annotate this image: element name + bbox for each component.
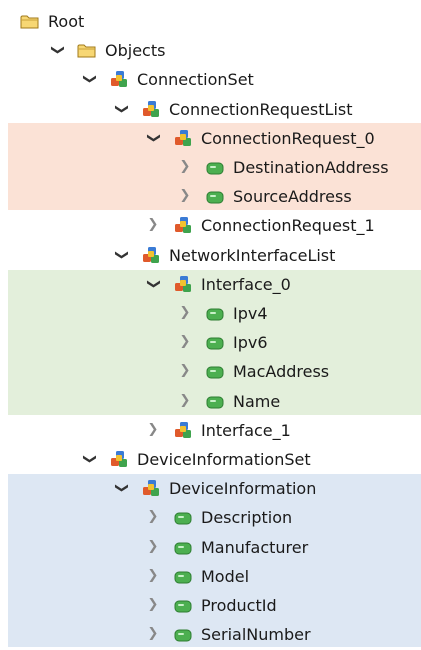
tree-node-label: Interface_1	[201, 420, 291, 440]
tree-node[interactable]: ❯ Objects	[0, 37, 421, 66]
folder-icon	[77, 41, 97, 61]
tree-node[interactable]: ❯ MacAddress	[0, 358, 421, 387]
tree-node[interactable]: ❯ Interface_1	[0, 417, 421, 446]
tree-node[interactable]: ❯ Name	[0, 388, 421, 417]
object-icon	[141, 100, 161, 120]
chevron-right-icon[interactable]: ❯	[178, 393, 192, 408]
chevron-right-icon[interactable]: ❯	[178, 160, 192, 174]
tree-node[interactable]: ❯ DestinationAddress	[0, 154, 421, 183]
tree-node[interactable]: ❯ NetworkInterfaceList	[0, 242, 421, 271]
chevron-right-icon[interactable]: ❯	[146, 598, 160, 612]
tree-node[interactable]: ❯ Ipv4	[0, 300, 421, 329]
tree-node-label: Interface_0	[201, 274, 291, 294]
tree-node-label: Model	[201, 566, 250, 586]
object-icon	[109, 70, 129, 90]
object-icon	[173, 216, 193, 236]
variable-icon	[173, 508, 193, 528]
tree-node-label: ConnectionRequest_1	[201, 216, 375, 236]
tree-node[interactable]: Root	[0, 8, 421, 37]
tree-node-label: ProductId	[201, 596, 277, 615]
tree-node-label: Manufacturer	[201, 537, 309, 557]
tree-node-label: ConnectionRequest_0	[201, 128, 375, 148]
variable-icon	[205, 158, 225, 178]
chevron-down-icon[interactable]: ❯	[146, 277, 161, 291]
tree-node[interactable]: ❯ Model	[0, 563, 421, 592]
object-icon	[141, 479, 161, 499]
tree-node[interactable]: ❯ DeviceInformation	[0, 475, 421, 504]
tree-node-label: Description	[201, 508, 293, 528]
tree-node[interactable]: ❯ ProductId	[0, 592, 421, 621]
object-icon	[173, 129, 193, 149]
tree-node-label: MacAddress	[233, 362, 330, 382]
tree-node-label: ConnectionSet	[137, 70, 254, 90]
tree-node[interactable]: ❯ SourceAddress	[0, 183, 421, 212]
tree-node[interactable]: ❯ Description	[0, 504, 421, 533]
object-icon	[173, 275, 193, 295]
address-space-tree: Root ❯ Objects ❯ ConnectionSet ❯ ConnectionReq…	[0, 0, 421, 647]
chevron-right-icon[interactable]: ❯	[146, 510, 160, 524]
chevron-down-icon[interactable]: ❯	[114, 248, 129, 262]
tree-node[interactable]: ❯ Interface_0	[0, 271, 421, 300]
chevron-down-icon[interactable]: ❯	[82, 72, 97, 86]
chevron-right-icon[interactable]: ❯	[146, 422, 160, 437]
tree-node[interactable]: ❯ ConnectionRequestList	[0, 96, 421, 125]
tree-node[interactable]: ❯ ConnectionSet	[0, 66, 421, 95]
tree-node-label: Ipv4	[233, 304, 268, 323]
chevron-down-icon[interactable]: ❯	[146, 131, 161, 145]
tree-node[interactable]: ❯ Ipv6	[0, 329, 421, 358]
chevron-right-icon[interactable]: ❯	[178, 189, 192, 203]
variable-icon	[173, 567, 193, 587]
chevron-down-icon[interactable]: ❯	[114, 102, 129, 116]
chevron-right-icon[interactable]: ❯	[178, 364, 192, 378]
tree-node[interactable]: ❯ DeviceInformationSet	[0, 446, 421, 475]
tree-node-label: ConnectionRequestList	[169, 99, 353, 119]
tree-node-label: NetworkInterfaceList	[169, 245, 336, 265]
folder-icon	[20, 12, 40, 32]
tree-node-label: Ipv6	[233, 333, 268, 353]
chevron-down-icon[interactable]: ❯	[50, 43, 65, 57]
object-icon	[109, 450, 129, 470]
tree-node-label: Objects	[105, 41, 166, 61]
tree-node-label: Root	[48, 12, 85, 31]
variable-icon	[205, 187, 225, 207]
chevron-right-icon[interactable]: ❯	[146, 627, 160, 641]
tree-node-label: SerialNumber	[201, 625, 311, 645]
variable-icon	[205, 304, 225, 324]
chevron-down-icon[interactable]: ❯	[82, 452, 97, 466]
chevron-right-icon[interactable]: ❯	[178, 306, 192, 320]
chevron-right-icon[interactable]: ❯	[146, 568, 160, 583]
object-icon	[141, 246, 161, 266]
tree-node-label: Name	[233, 391, 281, 411]
chevron-right-icon[interactable]: ❯	[178, 335, 192, 349]
variable-icon	[205, 362, 225, 382]
object-icon	[173, 421, 193, 441]
tree-node-label: DeviceInformation	[169, 479, 317, 499]
variable-icon	[173, 538, 193, 558]
tree-node-label: SourceAddress	[233, 187, 352, 207]
tree-node-label: DeviceInformationSet	[137, 450, 311, 469]
variable-icon	[173, 596, 193, 616]
tree-node[interactable]: ❯ Manufacturer	[0, 534, 421, 563]
chevron-right-icon[interactable]: ❯	[146, 539, 160, 554]
tree-node[interactable]: ❯ ConnectionRequest_1	[0, 212, 421, 241]
chevron-right-icon[interactable]: ❯	[146, 218, 160, 232]
variable-icon	[205, 392, 225, 412]
tree-node[interactable]: ❯ SerialNumber	[0, 621, 421, 650]
tree-node-label: DestinationAddress	[233, 158, 389, 177]
chevron-down-icon[interactable]: ❯	[114, 481, 129, 495]
variable-icon	[205, 333, 225, 353]
tree-node[interactable]: ❯ ConnectionRequest_0	[0, 125, 421, 154]
variable-icon	[173, 625, 193, 645]
